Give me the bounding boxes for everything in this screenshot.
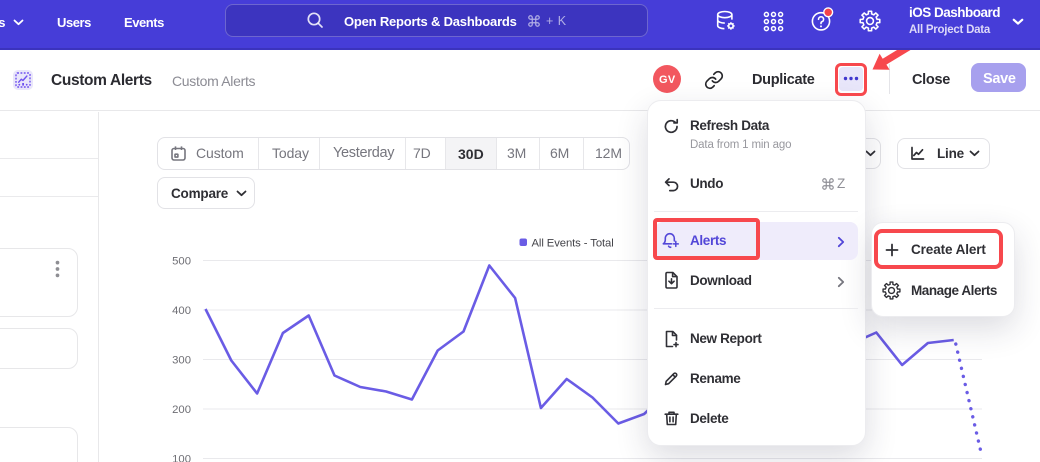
svg-text:100: 100 bbox=[172, 454, 191, 462]
svg-text:All Events - Total: All Events - Total bbox=[532, 238, 614, 250]
svg-text:200: 200 bbox=[172, 404, 191, 416]
svg-text:500: 500 bbox=[172, 256, 191, 268]
svg-text:300: 300 bbox=[172, 355, 191, 367]
svg-text:400: 400 bbox=[172, 305, 191, 317]
